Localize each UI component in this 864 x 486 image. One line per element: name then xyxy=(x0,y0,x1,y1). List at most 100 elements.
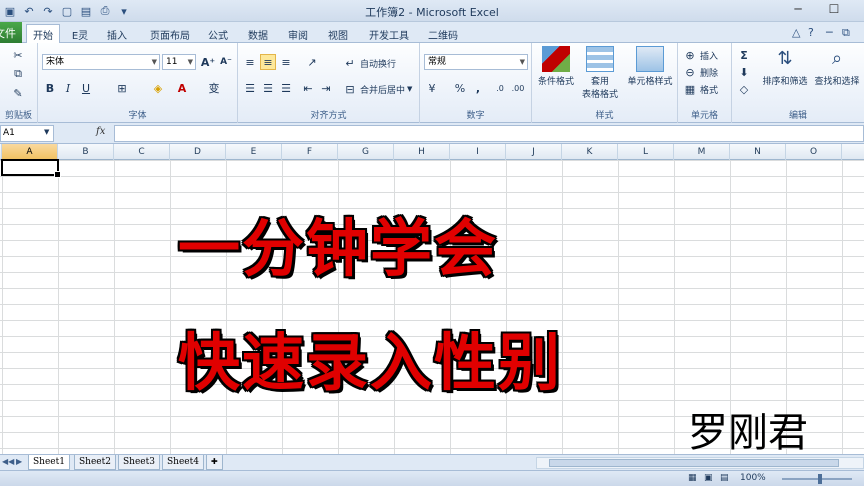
number-group-label: 数字 xyxy=(466,111,485,121)
merge-center-button[interactable]: ⊟ 合并后居中 ▼ xyxy=(342,81,412,97)
align-right-icon[interactable]: ☰ xyxy=(278,80,294,96)
insert-cells-button[interactable]: ⊕ 插入 xyxy=(682,47,718,63)
zoom-slider-thumb[interactable] xyxy=(818,474,822,484)
column-header-i[interactable]: I xyxy=(450,144,506,160)
format-painter-icon[interactable]: ✎ xyxy=(10,85,26,101)
tab-home[interactable]: 开始 xyxy=(26,24,60,44)
format-as-table-label-2: 表格格式 xyxy=(581,90,618,100)
decrease-decimal-icon[interactable]: .00 xyxy=(510,80,526,96)
scrollbar-thumb[interactable] xyxy=(549,459,839,467)
clipboard-group-label: 剪贴板 xyxy=(4,111,32,121)
format-as-table-button[interactable]: 套用 表格格式 xyxy=(578,46,622,100)
first-sheet-icon[interactable]: ◀◀ xyxy=(2,457,14,466)
sort-filter-button[interactable]: ⇅ 排序和筛选 xyxy=(760,46,810,87)
cell-styles-button[interactable]: 单元格样式 xyxy=(624,46,676,87)
font-size-select[interactable]: 11 ▼ xyxy=(162,54,196,70)
column-header-c[interactable]: C xyxy=(114,144,170,160)
tab-qrcode[interactable]: 二维码 xyxy=(422,25,464,43)
column-header-l[interactable]: L xyxy=(618,144,674,160)
column-header-d[interactable]: D xyxy=(170,144,226,160)
styles-group: 条件格式 套用 表格格式 单元格样式 样式 xyxy=(532,43,678,123)
column-header-h[interactable]: H xyxy=(394,144,450,160)
shrink-font-icon[interactable]: A⁻ xyxy=(218,54,234,70)
chevron-down-icon[interactable]: ▼ xyxy=(44,128,49,136)
fill-color-icon[interactable]: ◈ xyxy=(150,80,166,96)
maximize-button[interactable]: ☐ xyxy=(822,2,846,18)
next-sheet-icon[interactable]: ▶ xyxy=(16,457,22,466)
help-icon[interactable]: ? xyxy=(808,26,814,39)
insert-function-button[interactable]: fx xyxy=(96,126,105,137)
column-header-e[interactable]: E xyxy=(226,144,282,160)
tab-data[interactable]: 数据 xyxy=(242,25,274,43)
tab-developer[interactable]: 开发工具 xyxy=(364,25,414,43)
column-headers: ABCDEFGHIJKLMNO xyxy=(0,144,864,160)
sheet-tab-sheet3[interactable]: Sheet3 xyxy=(118,455,160,470)
italic-icon[interactable]: I xyxy=(60,80,76,96)
zoom-level[interactable]: 100% xyxy=(740,473,766,483)
align-top-icon[interactable]: ≡ xyxy=(242,54,258,70)
align-bottom-icon[interactable]: ≡ xyxy=(278,54,294,70)
format-cells-button[interactable]: ▦ 格式 xyxy=(682,81,718,97)
autosum-icon[interactable]: Σ xyxy=(736,47,752,63)
cut-icon[interactable]: ✂ xyxy=(10,47,26,63)
column-header-k[interactable]: K xyxy=(562,144,618,160)
bold-icon[interactable]: B xyxy=(42,80,58,96)
fill-icon[interactable]: ⬇ xyxy=(736,64,752,80)
copy-icon[interactable]: ⧉ xyxy=(10,66,26,82)
align-left-icon[interactable]: ☰ xyxy=(242,80,258,96)
decrease-indent-icon[interactable]: ⇤ xyxy=(300,80,316,96)
delete-cells-button[interactable]: ⊖ 删除 xyxy=(682,64,718,80)
page-break-view-icon[interactable]: ▤ xyxy=(720,473,729,483)
format-as-table-icon xyxy=(586,46,614,72)
column-header-f[interactable]: F xyxy=(282,144,338,160)
font-color-icon[interactable]: A xyxy=(174,80,190,96)
percent-icon[interactable]: % xyxy=(452,80,468,96)
underline-icon[interactable]: U xyxy=(78,80,94,96)
find-select-button[interactable]: ⌕ 查找和选择 xyxy=(812,46,862,87)
window-restore-icon[interactable]: ⧉ xyxy=(842,26,850,40)
borders-icon[interactable]: ⊞ xyxy=(114,80,130,96)
wrap-text-button[interactable]: ↵ 自动换行 xyxy=(342,55,396,71)
sheet-tab-sheet4[interactable]: Sheet4 xyxy=(162,455,204,470)
sheet-tab-sheet1[interactable]: Sheet1 xyxy=(28,455,70,470)
column-header-g[interactable]: G xyxy=(338,144,394,160)
new-sheet-icon[interactable]: ✚ xyxy=(206,455,223,470)
tab-insert[interactable]: 插入 xyxy=(100,25,134,43)
accounting-format-icon[interactable]: ¥ xyxy=(424,80,440,96)
tab-page-layout[interactable]: 页面布局 xyxy=(144,25,196,43)
normal-view-icon[interactable]: ▦ xyxy=(688,473,697,483)
grow-font-icon[interactable]: A⁺ xyxy=(200,54,216,70)
increase-indent-icon[interactable]: ⇥ xyxy=(318,80,334,96)
ribbon: ✂ ⧉ ✎ 剪贴板 宋体 ▼ 11 ▼ A⁺ A⁻ B I U ⊞ ◈ A 变 字体… xyxy=(0,43,864,123)
number-format-select[interactable]: 常规 ▼ xyxy=(424,54,528,70)
formula-input[interactable] xyxy=(114,125,864,142)
sheet-tab-sheet2[interactable]: Sheet2 xyxy=(74,455,116,470)
column-header-o[interactable]: O xyxy=(786,144,842,160)
conditional-format-button[interactable]: 条件格式 xyxy=(536,46,576,87)
orientation-icon[interactable]: ↗ xyxy=(304,54,320,70)
increase-decimal-icon[interactable]: .0 xyxy=(492,80,508,96)
align-center-icon[interactable]: ☰ xyxy=(260,80,276,96)
page-layout-view-icon[interactable]: ▣ xyxy=(704,473,713,483)
tab-file[interactable]: 文件 xyxy=(0,22,22,43)
column-header-b[interactable]: B xyxy=(58,144,114,160)
phonetic-icon[interactable]: 变 xyxy=(206,80,222,96)
clear-icon[interactable]: ◇ xyxy=(736,81,752,97)
ribbon-minimize-icon[interactable]: △ xyxy=(792,26,800,39)
horizontal-scrollbar[interactable] xyxy=(536,457,864,469)
tab-eling[interactable]: E灵 xyxy=(66,25,94,43)
column-header-n[interactable]: N xyxy=(730,144,786,160)
window-minimize-icon[interactable]: ─ xyxy=(826,26,833,39)
active-cell[interactable] xyxy=(1,159,61,178)
column-header-a[interactable]: A xyxy=(2,144,58,160)
tab-formulas[interactable]: 公式 xyxy=(202,25,234,43)
tab-review[interactable]: 审阅 xyxy=(282,25,314,43)
comma-style-icon[interactable]: , xyxy=(470,80,486,96)
zoom-slider[interactable] xyxy=(782,478,852,480)
column-header-m[interactable]: M xyxy=(674,144,730,160)
align-middle-icon[interactable]: ≡ xyxy=(260,54,276,70)
font-name-select[interactable]: 宋体 ▼ xyxy=(42,54,160,70)
column-header-j[interactable]: J xyxy=(506,144,562,160)
tab-view[interactable]: 视图 xyxy=(322,25,354,43)
minimize-button[interactable]: ─ xyxy=(786,2,810,18)
